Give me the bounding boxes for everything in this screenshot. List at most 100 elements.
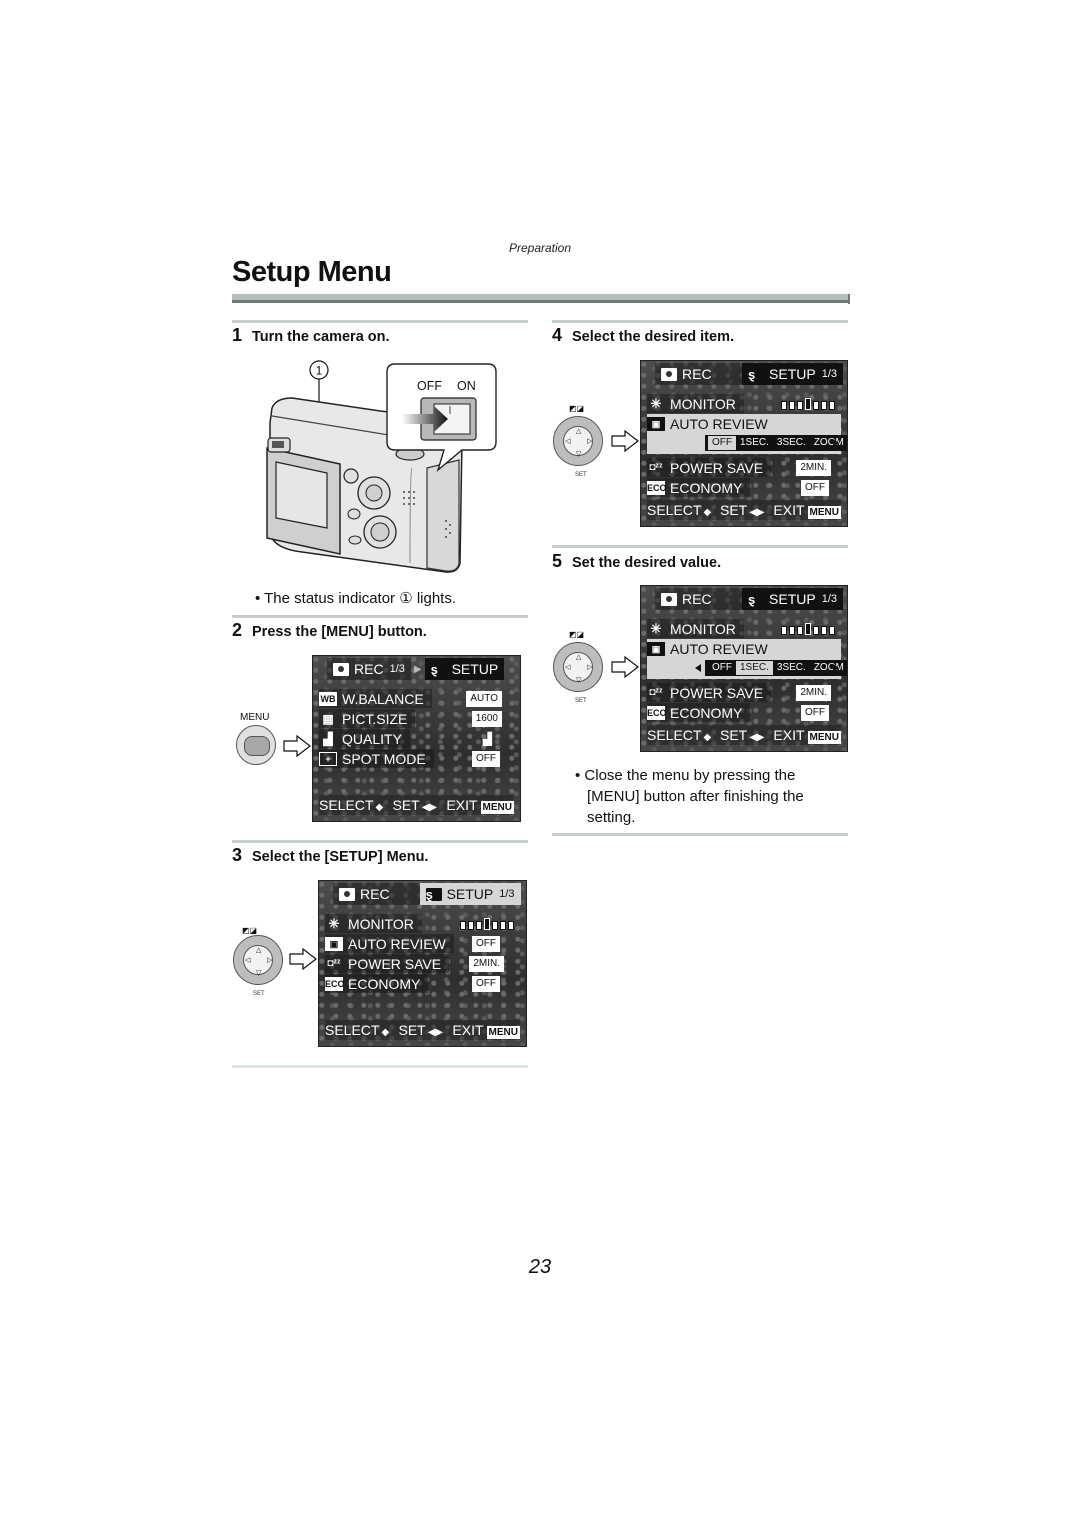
- set-hint: SET: [719, 727, 748, 743]
- step-number: 5: [552, 551, 563, 571]
- eco-icon: ECO: [647, 705, 667, 720]
- up-icon: △: [256, 947, 262, 954]
- row-value: 2MIN.: [796, 684, 831, 701]
- step-number: 3: [232, 845, 243, 865]
- menu-row-power-save[interactable]: ◘ᶻᶻ POWER SAVE 2MIN.: [325, 954, 520, 973]
- set-label: SET: [575, 698, 587, 704]
- level-segment: [781, 400, 787, 410]
- menu-row-monitor[interactable]: ✳ MONITOR: [325, 914, 520, 933]
- step-2-heading: 2 Press the [MENU] button.: [232, 620, 427, 641]
- up-icon: △: [576, 654, 582, 661]
- menu-row-monitor[interactable]: ✳ MONITOR: [647, 394, 841, 413]
- row-label: MONITOR: [670, 620, 736, 637]
- exposure-icon: ◩◪: [242, 926, 258, 935]
- exit-hint: EXIT: [773, 727, 805, 743]
- up-down-icon: ◆: [381, 1027, 390, 1038]
- tab-rec[interactable]: REC: [655, 363, 742, 385]
- select-hint: SELECT: [319, 797, 374, 813]
- title-divider: [232, 294, 850, 304]
- option-zoom[interactable]: ZOOM: [810, 661, 847, 675]
- tab-setup[interactable]: ȿ SETUP: [424, 658, 505, 680]
- menu-row-economy[interactable]: ECO ECONOMY OFF: [325, 974, 520, 993]
- row-value: OFF: [801, 479, 829, 496]
- menu-row-economy[interactable]: ECO ECONOMY OFF: [647, 703, 841, 722]
- page-title: Setup Menu: [232, 256, 392, 288]
- exit-hint: EXIT: [452, 1022, 484, 1038]
- section-label: Preparation: [508, 241, 572, 255]
- arrow-right-icon: [611, 656, 639, 678]
- exit-hint: EXIT: [446, 797, 478, 813]
- set-hint: SET: [398, 1022, 426, 1038]
- left-right-icon: ◀▶: [427, 1027, 444, 1038]
- option-off[interactable]: OFF: [708, 661, 736, 675]
- step-divider: [552, 545, 848, 548]
- step-number: 1: [232, 325, 243, 345]
- camera-icon: [661, 592, 677, 606]
- right-icon: ▷: [587, 664, 593, 671]
- menu-row-white-balance[interactable]: WB W.BALANCE AUTO: [319, 689, 514, 708]
- tab-label: REC: [682, 366, 712, 382]
- tab-setup[interactable]: ȿ SETUP 1/3: [742, 588, 843, 610]
- option-1sec[interactable]: 1SEC.: [736, 436, 773, 450]
- page-indicator: 1/3: [389, 663, 405, 675]
- menu-button[interactable]: [236, 725, 276, 765]
- step-text: Turn the camera on.: [252, 329, 390, 345]
- level-segment: [829, 400, 835, 410]
- menu-row-power-save[interactable]: ◘ᶻᶻ POWER SAVE 2MIN.: [647, 683, 841, 702]
- exit-hint: EXIT: [773, 502, 805, 518]
- tab-setup[interactable]: ȿ SETUP 1/3: [419, 883, 521, 905]
- down-icon: ▽: [576, 451, 582, 458]
- power-save-icon: ◘ᶻᶻ: [649, 686, 663, 698]
- cursor-pad[interactable]: △ ▽ ◁ ▷: [233, 935, 283, 985]
- menu-row-auto-review[interactable]: ▣ AUTO REVIEW OFF 1SEC. 3SEC. ZOOM: [647, 639, 847, 679]
- auto-review-options[interactable]: OFF 1SEC. 3SEC. ZOOM: [705, 660, 847, 676]
- row-label: POWER SAVE: [670, 459, 764, 476]
- arrow-right-icon: [611, 430, 639, 452]
- menu-row-power-save[interactable]: ◘ᶻᶻ POWER SAVE 2MIN.: [647, 458, 841, 477]
- up-icon: △: [576, 428, 582, 435]
- arrow-right-icon: [283, 735, 311, 757]
- option-3sec[interactable]: 3SEC.: [773, 436, 810, 450]
- note-line: [MENU] button after finishing the: [587, 788, 804, 805]
- menu-row-auto-review[interactable]: ▣ AUTO REVIEW OFF: [325, 934, 520, 953]
- step-divider: [232, 615, 528, 618]
- tab-rec[interactable]: REC 1/3: [327, 658, 411, 680]
- menu-row-quality[interactable]: ▟ QUALITY ▟: [319, 729, 514, 748]
- option-1sec[interactable]: 1SEC.: [736, 661, 773, 675]
- cursor-pad[interactable]: △ ▽ ◁ ▷: [553, 642, 603, 692]
- row-value: 1600: [471, 710, 502, 727]
- tab-rec[interactable]: REC: [655, 588, 742, 610]
- menu-row-pict-size[interactable]: ▦ PICT.SIZE 1600: [319, 709, 514, 728]
- auto-review-options[interactable]: OFF 1SEC. 3SEC. ZOOM: [705, 435, 847, 451]
- menu-row-economy[interactable]: ECO ECONOMY OFF: [647, 478, 841, 497]
- option-zoom[interactable]: ZOOM: [810, 436, 847, 450]
- step-divider: [232, 840, 528, 843]
- level-segment: [484, 917, 490, 930]
- menu-row-monitor[interactable]: ✳ MONITOR: [647, 619, 841, 638]
- level-segment: [805, 397, 811, 410]
- step-number: 2: [232, 620, 243, 640]
- row-label: QUALITY: [342, 730, 402, 747]
- row-label: PICT.SIZE: [342, 710, 408, 727]
- row-label: ECONOMY: [670, 704, 743, 721]
- left-right-icon: ◀▶: [749, 732, 765, 743]
- step-4-heading: 4 Select the desired item.: [552, 325, 734, 346]
- lcd-menu-setup: REC ȿ SETUP 1/3 ✳ MONITOR ▣ AUTO REVIEW OF…: [318, 880, 527, 1047]
- menu-row-auto-review[interactable]: ▣ AUTO REVIEW OFF 1SEC. 3SEC. ZOOM: [647, 414, 847, 454]
- quality-value-icon: ▟: [482, 731, 492, 746]
- tab-rec[interactable]: REC: [333, 883, 420, 905]
- option-off[interactable]: OFF: [708, 436, 736, 450]
- menu-badge: MENU: [486, 1026, 520, 1039]
- menu-row-spot-mode[interactable]: + SPOT MODE OFF: [319, 749, 514, 768]
- spot-mode-icon: +: [319, 751, 337, 766]
- option-3sec[interactable]: 3SEC.: [773, 661, 810, 675]
- row-label: W.BALANCE: [342, 690, 424, 707]
- tab-setup[interactable]: ȿ SETUP 1/3: [742, 363, 843, 385]
- step-5-note: • Close the menu by pressing the [MENU] …: [575, 765, 804, 828]
- step-5-heading: 5 Set the desired value.: [552, 551, 721, 572]
- level-segment: [821, 625, 827, 635]
- wrench-icon: ȿ: [430, 661, 438, 677]
- picture-size-icon: ▦: [322, 711, 334, 726]
- cursor-pad[interactable]: △ ▽ ◁ ▷: [553, 416, 603, 466]
- tab-label: REC: [360, 886, 390, 902]
